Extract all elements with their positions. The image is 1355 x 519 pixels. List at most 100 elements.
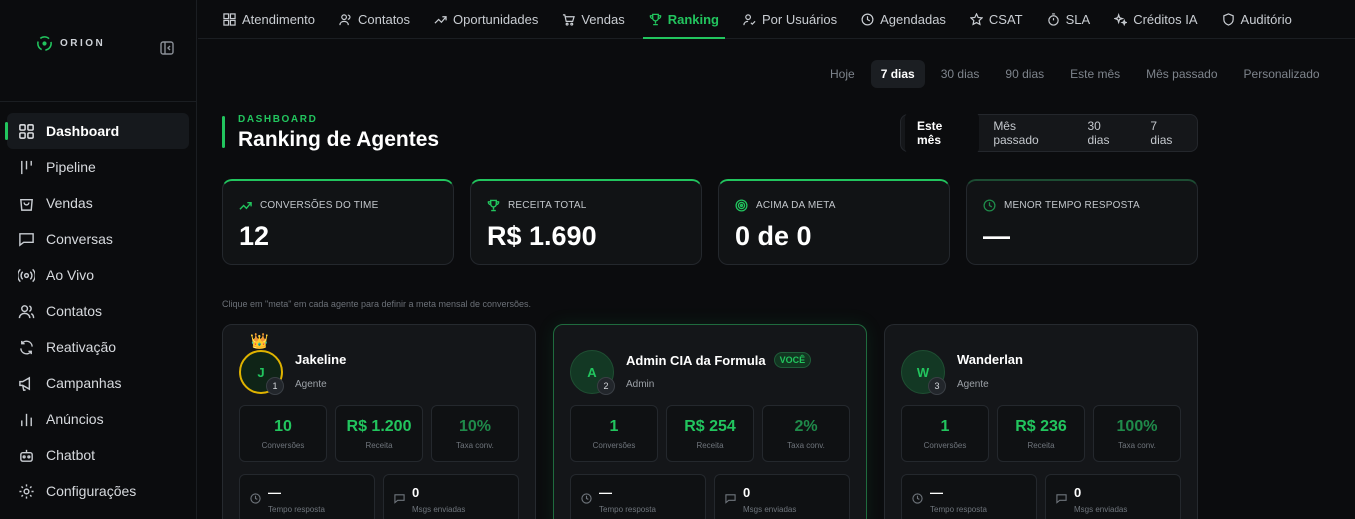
msgs-enviadas-box: 0 Msgs enviadas [1045,474,1181,519]
agent-role: Agente [295,379,327,390]
stat-conversoes: 1 Conversões [570,405,658,462]
sidebar-item-label: Campanhas [46,375,122,391]
msgs-enviadas-label: Msgs enviadas [1074,505,1128,514]
kpi-label-row: RECEITA TOTAL [487,199,587,212]
sidebar-item-dashboard[interactable]: Dashboard [5,113,189,149]
tab-label: Agendadas [880,12,946,27]
tempo-resposta-box: — Tempo resposta [239,474,375,519]
tempo-resposta-value: — [599,485,612,500]
period-90-dias[interactable]: 90 dias [995,60,1054,88]
sidebar-item-reativacao[interactable]: Reativação [7,329,189,365]
stat-label: Taxa conv. [787,441,825,450]
msgs-enviadas-value: 0 [1074,485,1082,500]
period-30-dias[interactable]: 30 dias [931,60,990,88]
clock-icon [912,493,923,504]
shield-icon [1222,13,1234,26]
meta-hint: Clique em "meta" em cada agente para def… [222,299,532,309]
trophy-icon [487,199,500,212]
tab-por-usuarios[interactable]: Por Usuários [731,0,849,39]
kpi-label-row: CONVERSÕES DO TIME [239,199,378,212]
period-este-mes[interactable]: Este mês [1060,60,1130,88]
sidebar-item-conversas[interactable]: Conversas [7,221,189,257]
agent-role: Admin [626,379,655,390]
agent-stats: 1 Conversões R$ 254 Receita 2% Taxa conv. [570,405,850,462]
tab-ranking[interactable]: Ranking [637,0,731,39]
segment-mes-passado[interactable]: Mês passado [981,112,1073,154]
tempo-resposta-label: Tempo resposta [930,505,987,514]
sidebar-item-configuracoes[interactable]: Configurações [7,473,189,509]
agent-card[interactable]: A 2 Admin CIA da Formula VOCÊ Admin 1 Con… [553,324,867,519]
tab-vendas[interactable]: Vendas [550,0,636,39]
agent-name-row: Wanderlan [957,352,1023,367]
tempo-resposta-box: — Tempo resposta [570,474,706,519]
user-check-icon [743,14,756,26]
tab-csat[interactable]: CSAT [958,0,1035,39]
clock-icon [581,493,592,504]
tab-label: Ranking [667,12,719,27]
stat-receita: R$ 236 Receita [997,405,1085,462]
agent-name-row: Admin CIA da Formula VOCÊ [626,352,812,368]
tab-creditos-ia[interactable]: Créditos IA [1102,0,1209,39]
agent-stats: 1 Conversões R$ 236 Receita 100% Taxa conv. [901,405,1181,462]
kpi-value: R$ 1.690 [487,221,597,251]
crown-icon: 👑 [250,333,269,350]
sidebar-item-anuncios[interactable]: Anúncios [7,401,189,437]
stat-value: 1 [609,418,619,435]
brand-logo[interactable]: ORION [35,34,105,53]
stat-value: R$ 254 [684,418,736,435]
sidebar-item-contatos[interactable]: Contatos [7,293,189,329]
brand-name: ORION [60,38,106,49]
segment-7-dias[interactable]: 7 dias [1138,112,1193,154]
sidebar-item-label: Dashboard [46,123,120,139]
tab-atendimento[interactable]: Atendimento [211,0,327,39]
sidebar-item-chatbot[interactable]: Chatbot [7,437,189,473]
sidebar-item-pipeline[interactable]: Pipeline [7,149,189,185]
sidebar-item-ao-vivo[interactable]: Ao Vivo [7,257,189,293]
message-icon [725,494,736,504]
agent-card[interactable]: J 👑 1 Jakeline Agente 10 Conversões R$ 1.… [222,324,536,519]
sidebar-item-label: Contatos [46,303,103,319]
tab-oportunidades[interactable]: Oportunidades [422,0,550,39]
tab-label: SLA [1065,12,1091,27]
top-nav: Atendimento Contatos Oportunidades Venda… [198,0,1355,39]
tab-label: Auditório [1240,12,1292,27]
stat-label: Conversões [592,441,636,450]
tab-auditorio[interactable]: Auditório [1210,0,1304,39]
sidebar-item-label: Pipeline [46,159,96,175]
tab-sla[interactable]: SLA [1035,0,1103,39]
agent-stats: 10 Conversões R$ 1.200 Receita 10% Taxa con… [239,405,519,462]
tempo-resposta-label: Tempo resposta [268,505,325,514]
sparkles-icon [1114,13,1128,26]
kpi-label: MENOR TEMPO RESPOSTA [1004,200,1140,211]
sidebar-item-campanhas[interactable]: Campanhas [7,365,189,401]
clock-icon [861,13,874,26]
kpi-label: ACIMA DA META [756,200,836,211]
collapse-sidebar-icon[interactable] [159,40,175,56]
period-hoje[interactable]: Hoje [820,60,865,88]
tempo-resposta-value: — [930,485,943,500]
header-eyebrow: DASHBOARD [238,114,318,125]
period-7-dias[interactable]: 7 dias [870,60,925,88]
columns-icon [21,160,32,174]
bot-icon [20,449,33,462]
refresh-icon [20,339,33,355]
tab-label: Vendas [581,12,625,27]
period-mes-passado[interactable]: Mês passado [1136,60,1227,88]
tempo-resposta-box: — Tempo resposta [901,474,1037,519]
kpi-value: 0 de 0 [735,221,812,251]
sidebar-item-vendas[interactable]: Vendas [7,185,189,221]
tempo-resposta-value: — [268,485,281,500]
stat-value: 10% [458,418,492,435]
period-personalizado[interactable]: Personalizado [1234,60,1330,88]
tab-agendadas[interactable]: Agendadas [849,0,958,39]
agent-card[interactable]: W 3 Wanderlan Agente 1 Conversões R$ 236 R… [884,324,1198,519]
tab-label: Contatos [358,12,411,27]
gear-icon [19,483,34,499]
tab-label: Por Usuários [762,12,838,27]
tab-label: Oportunidades [453,12,539,27]
tab-contatos[interactable]: Contatos [327,0,422,39]
stat-taxa: 100% Taxa conv. [1093,405,1181,462]
segment-30-dias[interactable]: 30 dias [1075,112,1136,154]
segment-este-mes[interactable]: Este mês [905,112,980,154]
stat-taxa: 2% Taxa conv. [762,405,850,462]
